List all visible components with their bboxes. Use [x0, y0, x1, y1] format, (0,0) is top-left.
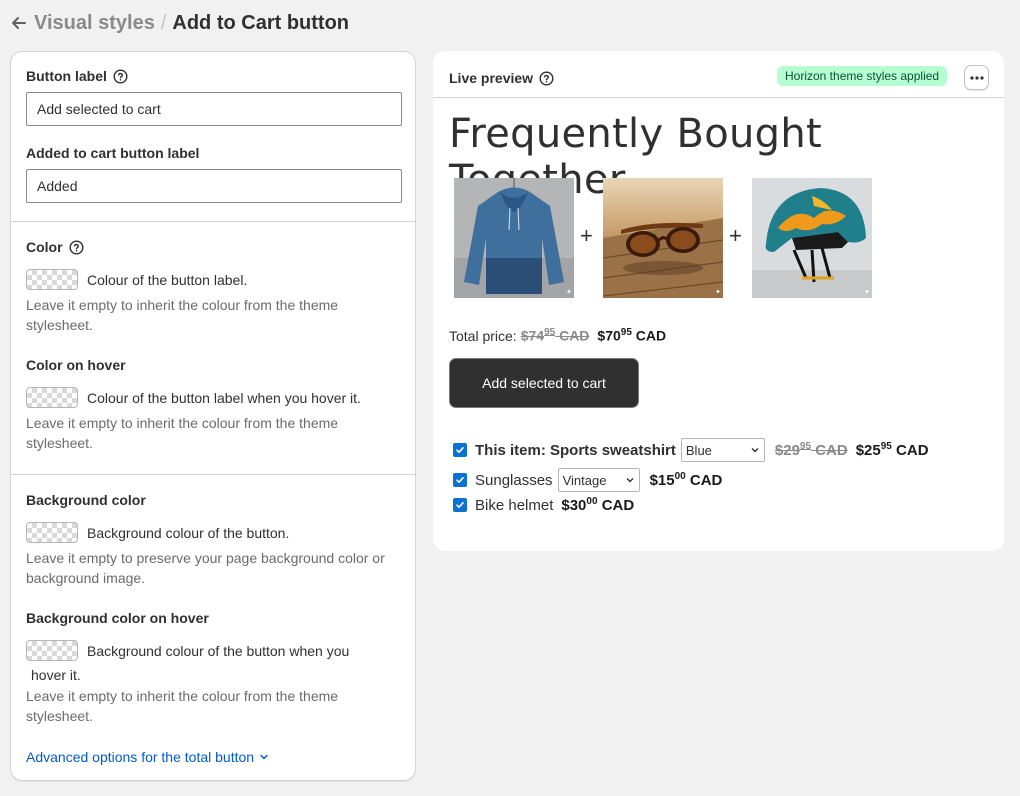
variant-select[interactable]: Vintage — [557, 468, 640, 492]
bg-color-hover-heading: Background color on hover — [26, 610, 209, 626]
divider — [11, 221, 415, 222]
preview-card: Live preview Horizon theme styles applie… — [433, 51, 1004, 551]
button-label-heading: Button label — [26, 68, 128, 84]
item-name: This item: Sports sweatshirt — [475, 441, 676, 459]
add-to-cart-button[interactable]: Add selected to cart — [449, 358, 639, 408]
help-icon[interactable] — [113, 68, 128, 84]
item-price-new: $1500 CAD — [649, 471, 723, 489]
list-item: Sunglasses Vintage $1500 CAD — [453, 468, 722, 492]
color-heading: Color — [26, 239, 84, 255]
plus-sign: + — [729, 223, 742, 248]
item-checkbox[interactable] — [453, 473, 467, 487]
svg-text:✦: ✦ — [566, 288, 572, 296]
added-label-input[interactable] — [26, 169, 402, 203]
bg-color-help-text: Leave it empty to preserve your page bac… — [26, 550, 385, 586]
breadcrumb-parent[interactable]: Visual styles — [34, 12, 155, 35]
back-arrow-icon[interactable] — [10, 13, 30, 33]
color-swatch[interactable] — [26, 269, 78, 290]
item-checkbox[interactable] — [453, 498, 467, 512]
more-actions-button[interactable] — [964, 65, 989, 90]
preview-heading: Live preview — [449, 70, 554, 86]
button-label-input[interactable] — [26, 92, 402, 126]
list-item: Bike helmet $3000 CAD — [453, 496, 634, 514]
product-image-bike-helmet[interactable]: ✦ — [752, 178, 872, 298]
bg-color-swatch[interactable] — [26, 522, 78, 543]
plus-sign: + — [580, 223, 593, 248]
preview-title-text: Live preview — [449, 70, 534, 86]
color-hover-swatch-row: Colour of the button label when you hove… — [26, 387, 361, 408]
settings-card: Button label Added to cart button label … — [10, 51, 416, 781]
theme-status-badge: Horizon theme styles applied — [777, 66, 948, 86]
color-hover-heading: Color on hover — [26, 357, 126, 373]
total-price-label: Total price: — [449, 327, 517, 344]
variant-select[interactable]: Blue — [680, 438, 765, 462]
chevron-down-icon — [258, 751, 270, 763]
item-price-old: $2995 CAD — [774, 441, 848, 459]
color-help-text: Leave it empty to inherit the colour fro… — [26, 297, 339, 333]
list-item: This item: Sports sweatshirt Blue $2995 … — [453, 438, 929, 462]
bg-color-swatch-row: Background colour of the button. — [26, 522, 289, 543]
total-price-old: $7495 CAD — [520, 327, 590, 344]
bg-color-hover-swatch-text-cont: hover it. — [31, 667, 81, 683]
product-image-sweatshirt[interactable]: ✦ — [454, 178, 574, 298]
item-price-new: $3000 CAD — [561, 496, 635, 514]
item-checkbox[interactable] — [453, 443, 467, 457]
bg-color-hover-swatch[interactable] — [26, 640, 78, 661]
divider — [11, 474, 415, 475]
button-label-text: Button label — [26, 68, 107, 84]
page-title: Add to Cart button — [172, 11, 350, 34]
product-image-sunglasses[interactable]: ✦ — [603, 178, 723, 298]
svg-text:✦: ✦ — [715, 288, 721, 296]
color-hover-swatch-text: Colour of the button label when you hove… — [87, 389, 361, 406]
svg-text:✦: ✦ — [864, 288, 870, 296]
item-name: Bike helmet — [475, 496, 554, 514]
advanced-options-text: Advanced options for the total button — [26, 749, 255, 765]
bg-color-hover-help-text: Leave it empty to inherit the colour fro… — [26, 688, 339, 724]
item-name: Sunglasses — [475, 471, 553, 489]
color-swatch-row: Colour of the button label. — [26, 269, 247, 290]
total-price-new: $7095 CAD — [597, 327, 667, 344]
added-label-heading: Added to cart button label — [26, 145, 200, 161]
help-icon[interactable] — [539, 70, 554, 86]
breadcrumb-separator: / — [160, 11, 167, 34]
chevron-down-icon — [626, 478, 634, 483]
breadcrumb: Visual styles / Add to Cart button — [10, 10, 349, 36]
bg-color-hover-swatch-row: Background colour of the button when you — [26, 640, 349, 661]
color-hover-swatch[interactable] — [26, 387, 78, 408]
bg-color-heading: Background color — [26, 492, 146, 508]
divider — [433, 97, 1004, 98]
total-price: Total price: $7495 CAD $7095 CAD — [449, 327, 666, 344]
bg-color-hover-swatch-text: Background colour of the button when you — [87, 642, 350, 659]
chevron-down-icon — [751, 448, 759, 453]
help-icon[interactable] — [69, 239, 84, 255]
bg-color-swatch-text: Background colour of the button. — [87, 524, 290, 541]
color-swatch-text: Colour of the button label. — [87, 271, 248, 288]
color-label-text: Color — [26, 239, 63, 255]
advanced-options-link[interactable]: Advanced options for the total button — [26, 749, 270, 765]
color-hover-help-text: Leave it empty to inherit the colour fro… — [26, 415, 339, 451]
ellipsis-icon — [969, 75, 984, 80]
item-price-new: $2595 CAD — [855, 441, 929, 459]
